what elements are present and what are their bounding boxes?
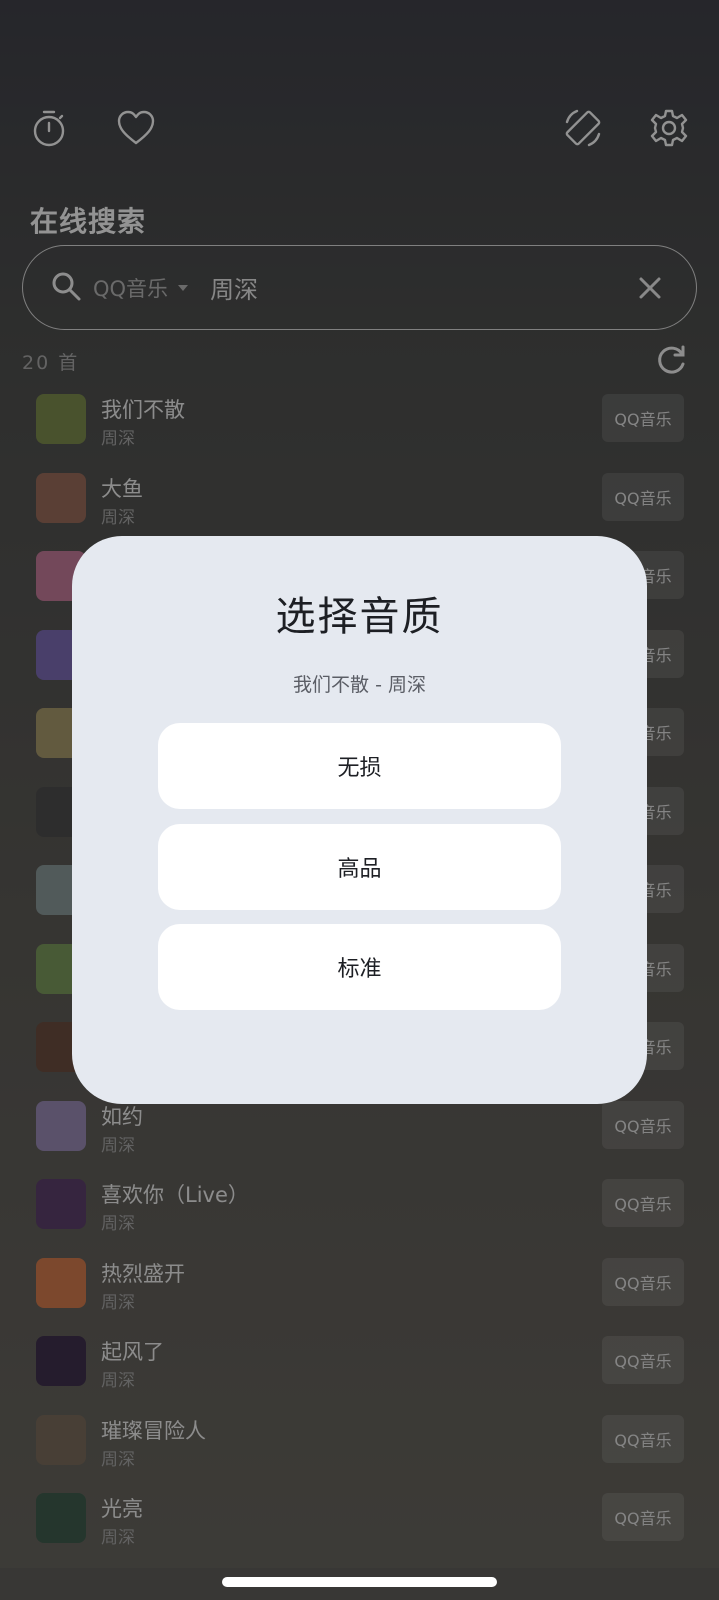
quality-standard-button[interactable]: 标准 bbox=[158, 924, 561, 1010]
dialog-title: 选择音质 bbox=[275, 594, 444, 640]
quality-lossless-button[interactable]: 无损 bbox=[158, 723, 561, 809]
dialog-subtitle: 我们不散 - 周深 bbox=[293, 674, 426, 696]
home-indicator[interactable] bbox=[222, 1577, 497, 1587]
quality-high-button[interactable]: 高品 bbox=[158, 824, 561, 910]
quality-dialog: 选择音质 我们不散 - 周深 无损 高品 标准 bbox=[72, 536, 647, 1104]
